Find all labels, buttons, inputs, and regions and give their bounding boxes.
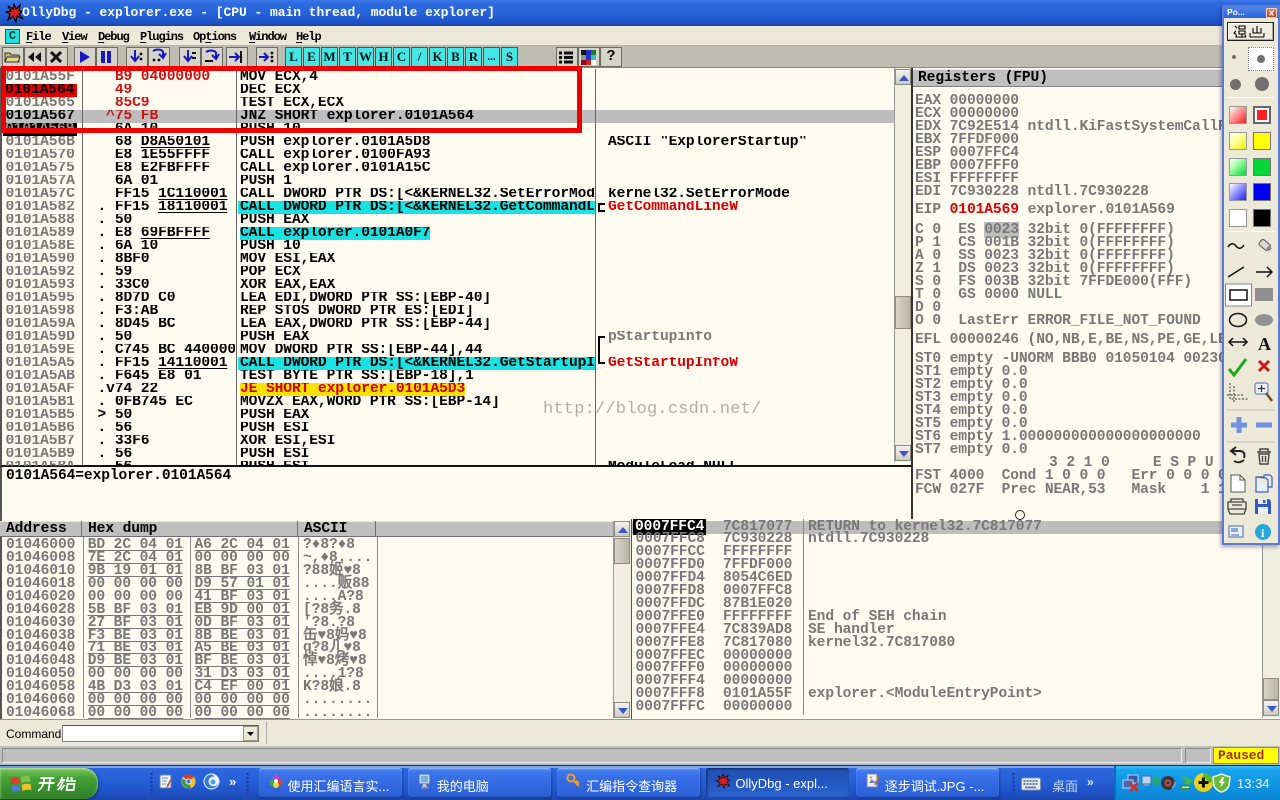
svg-text:A: A: [1258, 334, 1271, 354]
